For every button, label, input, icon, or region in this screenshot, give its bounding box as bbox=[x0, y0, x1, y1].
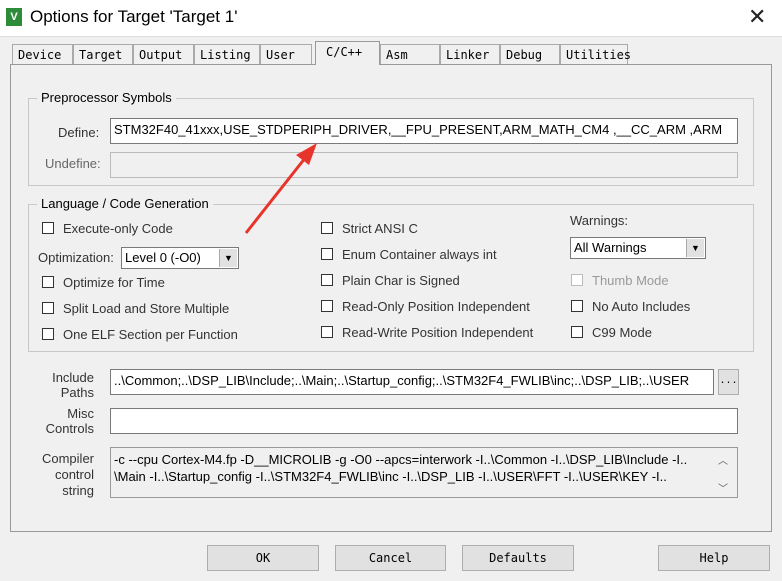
arrow-shaft bbox=[244, 147, 315, 234]
annotation-arrow bbox=[244, 143, 317, 234]
help-button[interactable]: Help bbox=[658, 545, 770, 571]
tab-c-cpp[interactable]: C/C++ bbox=[315, 41, 380, 65]
ok-button[interactable]: OK bbox=[207, 545, 319, 571]
cancel-button[interactable]: Cancel bbox=[335, 545, 446, 571]
defaults-button[interactable]: Defaults bbox=[462, 545, 574, 571]
arrow-head bbox=[296, 143, 317, 165]
